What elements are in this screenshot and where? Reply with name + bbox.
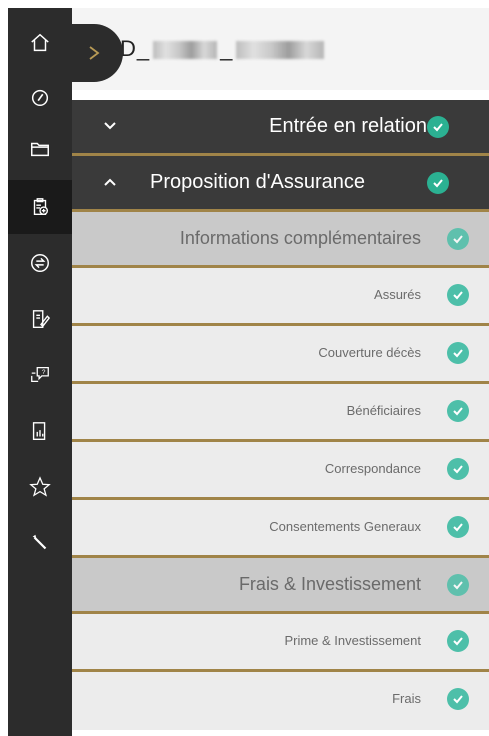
document-edit-icon [32, 310, 51, 328]
transactions-nav-item[interactable] [8, 236, 72, 290]
check-icon [447, 574, 469, 596]
section-title: Proposition d'Assurance [150, 171, 366, 193]
record-header: D_ _ [72, 8, 489, 90]
home-nav-item[interactable] [8, 16, 72, 70]
step-label: Assurés [374, 287, 421, 302]
wrench-icon [32, 534, 47, 550]
step-consentements-generaux[interactable]: Consentements Generaux [72, 500, 489, 558]
dashboard-nav-item[interactable] [8, 70, 72, 124]
document-nav-item[interactable] [8, 292, 72, 346]
check-icon [447, 284, 469, 306]
group-title: Informations complémentaires [179, 228, 421, 248]
check-icon [447, 458, 469, 480]
settings-nav-item[interactable] [8, 516, 72, 570]
svg-text:?: ? [42, 369, 46, 376]
left-icon-rail: ? [8, 8, 72, 736]
step-couverture-deces[interactable]: Couverture décès [72, 326, 489, 384]
section-title: Entrée en relation [269, 115, 427, 137]
folder-nav-item[interactable] [8, 122, 72, 176]
step-label: Frais [392, 691, 421, 706]
workflow-panel: Entrée en relation Proposition d'Assuran… [72, 100, 489, 730]
chevron-up-icon [104, 178, 116, 186]
section-entree-en-relation[interactable]: Entrée en relation [72, 100, 489, 156]
clipboard-add-icon [33, 198, 49, 216]
group-frais-investissement[interactable]: Frais & Investissement [72, 558, 489, 614]
chat-question-icon: ? [31, 367, 49, 383]
home-icon [31, 33, 49, 52]
check-icon [447, 688, 469, 710]
folder-icon [31, 142, 49, 157]
section-proposition-assurance[interactable]: Proposition d'Assurance [72, 156, 489, 212]
faq-nav-item[interactable]: ? [8, 348, 72, 402]
check-icon [447, 516, 469, 538]
step-prime-investissement[interactable]: Prime & Investissement [72, 614, 489, 672]
record-id: D_ _ [120, 36, 327, 62]
chevron-down-icon [104, 122, 116, 130]
new-contract-nav-item[interactable] [8, 180, 72, 234]
check-icon [447, 400, 469, 422]
step-label: Couverture décès [318, 345, 421, 360]
step-correspondance[interactable]: Correspondance [72, 442, 489, 500]
step-assures[interactable]: Assurés [72, 268, 489, 326]
step-label: Prime & Investissement [284, 633, 421, 648]
check-icon [447, 342, 469, 364]
check-icon [447, 630, 469, 652]
group-title: Frais & Investissement [238, 574, 421, 594]
check-icon [427, 172, 449, 194]
step-frais[interactable]: Frais [72, 672, 489, 730]
star-icon [29, 476, 51, 497]
chevron-right-icon [89, 46, 100, 60]
redacted-text [153, 41, 218, 60]
step-label: Bénéficiaires [346, 403, 421, 418]
gauge-icon [31, 89, 49, 106]
redacted-text [236, 41, 325, 60]
record-id-separator: _ [220, 36, 234, 61]
check-icon [427, 116, 449, 138]
report-icon [32, 422, 46, 440]
record-id-prefix: D_ [120, 36, 151, 61]
exchange-icon [31, 254, 49, 272]
group-informations-complementaires[interactable]: Informations complémentaires [72, 212, 489, 268]
step-beneficiaires[interactable]: Bénéficiaires [72, 384, 489, 442]
report-nav-item[interactable] [8, 404, 72, 458]
favorites-nav-item[interactable] [8, 460, 72, 514]
step-label: Consentements Generaux [269, 519, 421, 534]
step-label: Correspondance [324, 461, 421, 476]
check-icon [447, 228, 469, 250]
